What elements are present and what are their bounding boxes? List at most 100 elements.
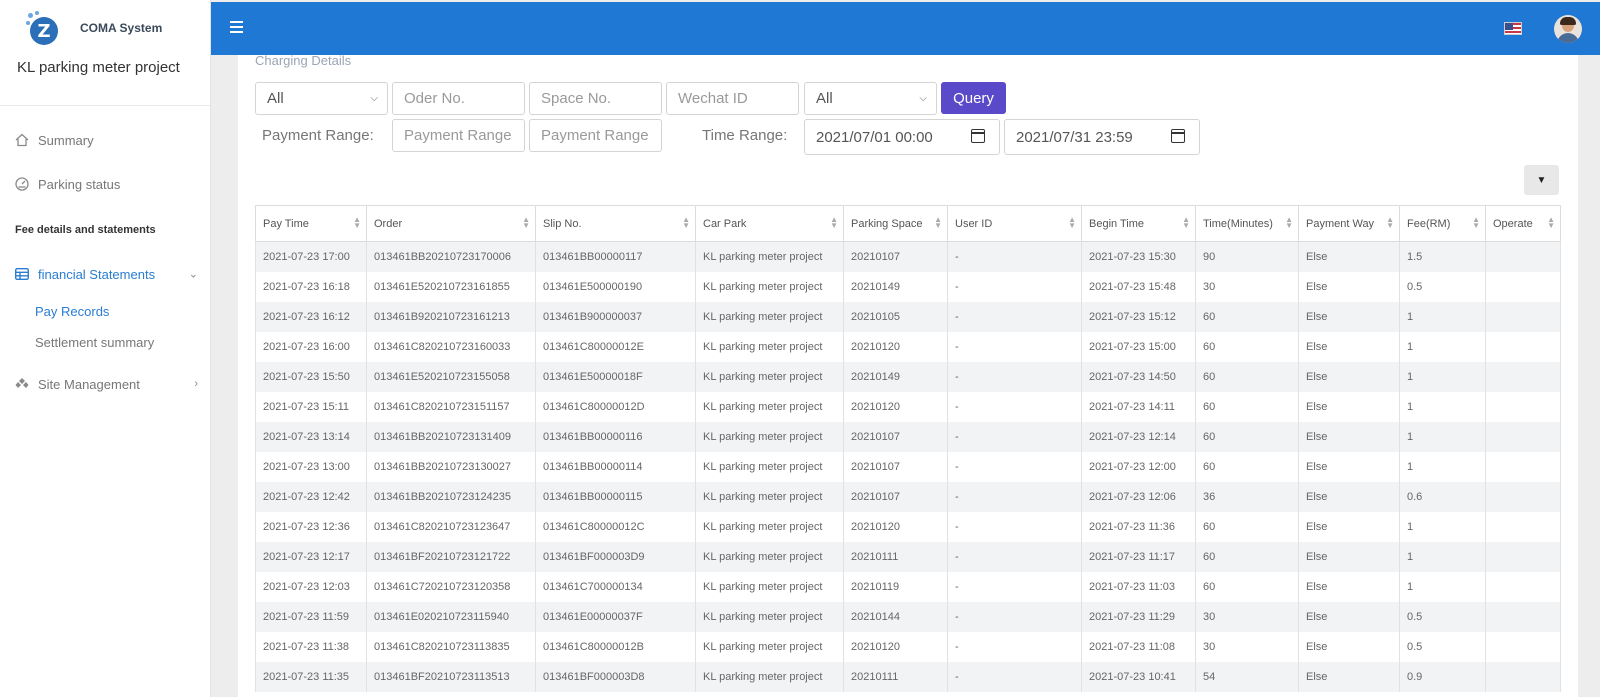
table-cell: 2021-07-23 14:50 (1081, 361, 1196, 392)
wechat-id-input[interactable]: Wechat ID (666, 82, 799, 115)
sidebar-item-label: Summary (38, 132, 94, 148)
table-cell: 013461C720210723120358 (366, 571, 536, 602)
payment-range-min-input[interactable]: Payment Range (392, 119, 525, 152)
table-cell: KL parking meter project (695, 391, 844, 422)
table-cell: 54 (1195, 661, 1299, 692)
header-slip-no[interactable]: Slip No. ▲ ▼ (535, 205, 696, 242)
sidebar-item-summary[interactable]: Summary (0, 118, 210, 162)
table-cell: 2021-07-23 11:59 (255, 601, 367, 632)
query-button[interactable]: Query (941, 82, 1006, 114)
sort-icon[interactable]: ▲ ▼ (1547, 216, 1555, 230)
sort-icon[interactable]: ▲ ▼ (1285, 216, 1293, 230)
table-cell: 2021-07-23 12:03 (255, 571, 367, 602)
order-no-input[interactable]: Oder No. (392, 82, 525, 115)
table-cell: 013461B900000037 (535, 301, 696, 332)
table-cell: KL parking meter project (695, 271, 844, 302)
status-select-value: All (267, 90, 284, 107)
table-cell: - (947, 421, 1082, 452)
user-avatar-icon[interactable] (1554, 15, 1582, 43)
sidebar-subitem-pay-records[interactable]: Pay Records (0, 296, 210, 327)
table-cell: 2021-07-23 12:17 (255, 541, 367, 572)
table-cell: 013461E50000018F (535, 361, 696, 392)
sort-icon[interactable]: ▲ ▼ (522, 216, 530, 230)
table-cell: 1 (1399, 331, 1486, 362)
calendar-icon[interactable] (971, 129, 985, 143)
table-cell: 013461BB00000116 (535, 421, 696, 452)
sort-icon[interactable]: ▲ ▼ (1068, 216, 1076, 230)
time-start-value: 2021/07/01 00:00 (816, 128, 933, 146)
table-cell: Else (1298, 451, 1400, 482)
table-cell: Else (1298, 601, 1400, 632)
table-cell: 1 (1399, 511, 1486, 542)
sidebar-item-parking-status[interactable]: Parking status (0, 162, 210, 206)
header-parking-space[interactable]: Parking Space ▲ ▼ (843, 205, 948, 242)
site-icon (14, 377, 29, 392)
column-header-label: Payment Way (1306, 217, 1375, 230)
header-pay-time[interactable]: Pay Time ▲ ▼ (255, 205, 367, 242)
columns-dropdown-button[interactable]: ▼ (1524, 165, 1559, 195)
table-cell: 013461C80000012C (535, 511, 696, 542)
time-start-input[interactable]: 2021/07/01 00:00 (804, 119, 1000, 155)
table-cell: - (947, 241, 1082, 272)
table-cell: 2021-07-23 16:00 (255, 331, 367, 362)
sort-icon[interactable]: ▲ ▼ (682, 216, 690, 230)
header-fee[interactable]: Fee(RM) ▲ ▼ (1399, 205, 1486, 242)
sidebar-item-label: Site Management (38, 376, 140, 392)
sort-icon[interactable]: ▲ ▼ (1472, 216, 1480, 230)
table-cell: KL parking meter project (695, 661, 844, 692)
table-cell: 20210111 (843, 661, 948, 692)
sidebar-item-financial-statements[interactable]: financial Statements ⌄ (0, 252, 210, 296)
table-cell: 013461BB00000114 (535, 451, 696, 482)
table-cell (1485, 241, 1561, 272)
table-cell: - (947, 631, 1082, 662)
header-payment-way[interactable]: Payment Way ▲ ▼ (1298, 205, 1400, 242)
table-cell: Else (1298, 391, 1400, 422)
status-select[interactable]: All ⌵ (255, 82, 388, 115)
header-car-park[interactable]: Car Park ▲ ▼ (695, 205, 844, 242)
table-cell: 1 (1399, 361, 1486, 392)
table-cell: Else (1298, 661, 1400, 692)
time-end-input[interactable]: 2021/07/31 23:59 (1004, 119, 1200, 155)
us-flag-icon[interactable] (1504, 22, 1522, 35)
header-begin-time[interactable]: Begin Time ▲ ▼ (1081, 205, 1196, 242)
sort-icon[interactable]: ▲ ▼ (1182, 216, 1190, 230)
table-cell: - (947, 571, 1082, 602)
table-row: 2021-07-23 11:59 013461E020210723115940 01… (255, 601, 1561, 632)
sort-icon[interactable]: ▲ ▼ (830, 216, 838, 230)
table-cell: 013461E00000037F (535, 601, 696, 632)
table-cell: 013461BF20210723113513 (366, 661, 536, 692)
table-cell: 2021-07-23 13:00 (255, 451, 367, 482)
sort-icon[interactable]: ▲ ▼ (934, 216, 942, 230)
table-cell: 60 (1195, 571, 1299, 602)
sidebar-subitem-settlement-summary[interactable]: Settlement summary (0, 327, 210, 358)
header-user-id[interactable]: User ID ▲ ▼ (947, 205, 1082, 242)
payment-way-select[interactable]: All ⌵ (804, 82, 937, 115)
calendar-icon[interactable] (1171, 129, 1185, 143)
hamburger-icon[interactable] (230, 21, 243, 33)
sidebar-item-site-management[interactable]: Site Management › (0, 362, 210, 406)
header-operate[interactable]: Operate ▲ ▼ (1485, 205, 1561, 242)
table-cell: 20210105 (843, 301, 948, 332)
table-cell: - (947, 661, 1082, 692)
table-cell: 2021-07-23 12:36 (255, 511, 367, 542)
table-cell: 2021-07-23 11:29 (1081, 601, 1196, 632)
table-cell: 1 (1399, 421, 1486, 452)
table-cell: 013461C80000012B (535, 631, 696, 662)
payment-range-max-input[interactable]: Payment Range (529, 119, 662, 152)
space-no-input[interactable]: Space No. (529, 82, 662, 115)
table-cell: 2021-07-23 16:12 (255, 301, 367, 332)
header-order[interactable]: Order ▲ ▼ (366, 205, 536, 242)
table-row: 2021-07-23 13:00 013461BB20210723130027 01… (255, 451, 1561, 482)
sort-icon[interactable]: ▲ ▼ (1386, 216, 1394, 230)
sort-icon[interactable]: ▲ ▼ (353, 216, 361, 230)
table-cell: 1 (1399, 541, 1486, 572)
table-cell: 1 (1399, 451, 1486, 482)
table-cell: 013461C700000134 (535, 571, 696, 602)
chevron-down-icon: ⌄ (188, 268, 198, 281)
table-cell: 60 (1195, 511, 1299, 542)
table-cell: 013461BB20210723131409 (366, 421, 536, 452)
table-cell: 2021-07-23 11:36 (1081, 511, 1196, 542)
top-bar (211, 2, 1600, 55)
header-time-minutes[interactable]: Time(Minutes) ▲ ▼ (1195, 205, 1299, 242)
table-cell: 0.5 (1399, 601, 1486, 632)
